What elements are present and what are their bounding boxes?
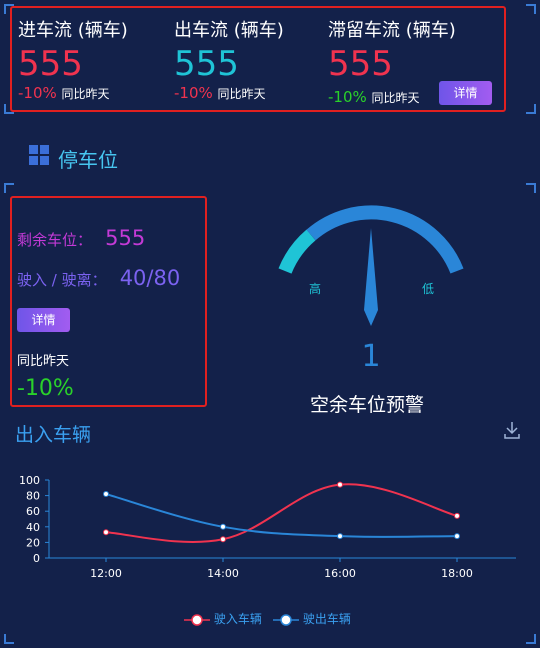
frame-corner [4,634,14,644]
gauge-needle [364,228,378,326]
inflow-change-percent: -10% [18,84,57,102]
y-tick-label: 0 [33,552,40,565]
data-point-inflow [220,536,226,543]
legend-outflow[interactable]: 驶出车辆 [273,610,351,627]
grid-icon [29,145,49,165]
y-tick-label: 80 [26,490,40,503]
legend-inflow-marker [184,613,210,626]
in-out-label: 驶入 / 驶离： [17,271,107,289]
x-tick-label: 14:00 [207,567,239,580]
data-point-outflow [220,523,226,530]
legend-inflow[interactable]: 驶入车辆 [184,610,262,627]
inflow-change: -10% 同比昨天 [18,84,110,102]
vacancy-warning-title: 空余车位预警 [310,394,425,416]
vacancy-gauge: 高 低 1 [278,205,464,374]
download-icon[interactable] [503,420,521,440]
data-point-outflow [337,533,343,540]
data-point-inflow [337,481,343,488]
y-tick-label: 40 [26,521,40,534]
outflow-change-percent: -10% [174,84,213,102]
y-tick-label: 20 [26,536,40,549]
legend-outflow-label: 驶出车辆 [302,612,351,626]
data-point-inflow [103,529,109,536]
parking-info-panel: 剩余车位： 555 驶入 / 驶离： 40/80 详情 同比昨天 -10% [10,196,207,407]
remaining-spaces-value: 555 [105,226,146,250]
parking-detail-button[interactable]: 详情 [17,308,70,332]
inflow-title: 进车流 (辆车) [18,20,128,41]
data-point-outflow [103,491,109,498]
legend-inflow-label: 驶入车辆 [213,612,262,626]
frame-corner [526,104,536,114]
stats-detail-button[interactable]: 详情 [439,81,492,105]
vehicle-flow-title: 出入车辆 [15,424,92,446]
retained-compare-label: 同比昨天 [371,91,420,105]
x-tick-label: 18:00 [441,567,473,580]
data-point-inflow [454,512,460,519]
frame-corner [526,634,536,644]
parking-compare-value: -10% [17,376,74,401]
inflow-compare-label: 同比昨天 [61,87,110,101]
outflow-value: 555 [174,44,239,84]
retained-change: -10% 同比昨天 [328,88,420,106]
retained-change-percent: -10% [328,88,367,106]
legend-outflow-marker [273,613,299,626]
outflow-compare-label: 同比昨天 [217,87,266,101]
in-out-row: 驶入 / 驶离： 40/80 [17,266,180,290]
vehicle-flow-chart: 0 20 40 60 80 100 12:00 14:00 16:00 18:00 [19,474,516,580]
in-out-value: 40/80 [119,266,181,290]
gauge-arc-high [306,205,464,274]
x-tick-label: 16:00 [324,567,356,580]
remaining-spaces-row: 剩余车位： 555 [17,226,145,250]
traffic-stats-panel: 进车流 (辆车) 555 -10% 同比昨天 出车流 (辆车) 555 -10%… [10,6,506,112]
outflow-change: -10% 同比昨天 [174,84,266,102]
gauge-arc-low [278,229,316,274]
retained-value: 555 [328,44,393,84]
retained-title: 滞留车流 (辆车) [328,20,456,41]
parking-section-title: 停车位 [58,148,118,172]
inflow-value: 555 [18,44,83,84]
remaining-spaces-label: 剩余车位： [17,231,93,249]
outflow-title: 出车流 (辆车) [174,20,284,41]
y-tick-label: 60 [26,505,40,518]
y-tick-label: 100 [19,474,40,487]
gauge-high-label: 高 [309,281,321,296]
gauge-value: 1 [361,339,380,374]
data-point-outflow [454,533,460,540]
frame-corner [4,183,14,193]
series-line-outflow [105,493,458,538]
parking-compare-label: 同比昨天 [17,354,70,369]
frame-corner [526,183,536,193]
x-tick-label: 12:00 [90,567,122,580]
frame-corner [526,4,536,14]
gauge-low-label: 低 [422,282,434,296]
